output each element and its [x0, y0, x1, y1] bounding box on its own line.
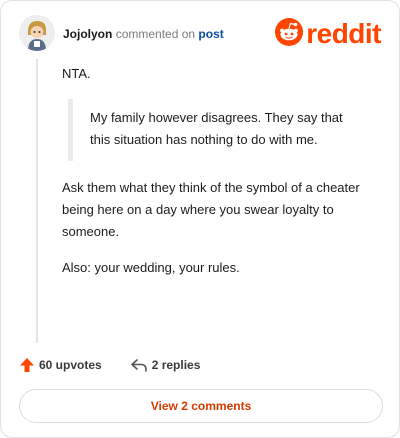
comment-body: NTA. My family however disagrees. They s… — [62, 63, 380, 293]
reddit-wordmark: reddit — [306, 18, 381, 49]
reddit-snoo-icon — [275, 17, 304, 51]
comment-header: Jojolyon commented on post reddit — [19, 15, 381, 53]
reply-arrow-icon — [130, 357, 148, 373]
replies-count: 2 replies — [151, 358, 201, 372]
comment-actions: 60 upvotes 2 replies — [19, 355, 200, 375]
comment-paragraph: Ask them what they think of the symbol o… — [62, 180, 360, 239]
replies-button[interactable]: 2 replies — [130, 357, 201, 373]
blockquote: My family however disagrees. They say th… — [68, 99, 380, 161]
view-comments-button[interactable]: View 2 comments — [19, 389, 383, 423]
byline: Jojolyon commented on post — [63, 27, 224, 41]
upvotes-count: 60 upvotes — [39, 358, 102, 372]
quote-text: My family however disagrees. They say th… — [90, 110, 343, 147]
comment-card: Jojolyon commented on post reddit NTA. M… — [0, 0, 400, 438]
comment-paragraph: NTA. — [62, 66, 91, 81]
action-text: commented on — [115, 27, 196, 41]
comment-paragraph: Also: your wedding, your rules. — [62, 260, 240, 275]
upvote-button[interactable]: 60 upvotes — [19, 357, 102, 373]
post-link[interactable]: post — [198, 27, 223, 41]
author-name[interactable]: Jojolyon — [63, 27, 112, 41]
user-avatar[interactable] — [19, 15, 55, 51]
arrow-up-icon — [19, 357, 35, 373]
thread-line — [36, 59, 38, 343]
reddit-logo[interactable]: reddit — [275, 17, 381, 51]
